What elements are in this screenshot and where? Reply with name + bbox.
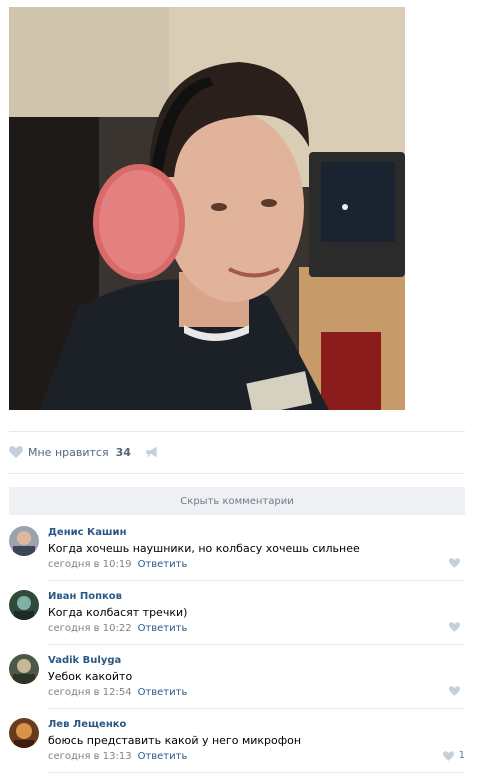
comment-like-button[interactable] <box>449 686 465 696</box>
avatar-image <box>9 718 39 748</box>
comment-author[interactable]: Vadik Bulyga <box>48 655 121 666</box>
photo-image <box>9 7 405 410</box>
comment-meta: сегодня в 13:13 Ответить <box>48 751 187 762</box>
heart-icon <box>449 686 460 696</box>
post-photo[interactable] <box>9 7 405 410</box>
comment-author[interactable]: Лев Лещенко <box>48 719 126 730</box>
avatar[interactable] <box>9 718 39 748</box>
reply-button[interactable]: Ответить <box>138 559 188 570</box>
divider <box>9 473 465 474</box>
avatar[interactable] <box>9 526 39 556</box>
reply-button[interactable]: Ответить <box>138 687 188 698</box>
reply-button[interactable]: Ответить <box>138 623 188 634</box>
comment-like-button[interactable] <box>449 558 465 568</box>
comment: Иван Попков Когда колбасят тречки) сегод… <box>9 580 465 644</box>
reply-button[interactable]: Ответить <box>138 751 188 762</box>
like-count: 34 <box>115 445 131 459</box>
heart-icon <box>442 750 454 761</box>
comment-meta: сегодня в 12:54 Ответить <box>48 687 187 698</box>
comment-time[interactable]: сегодня в 12:54 <box>48 687 132 698</box>
avatar[interactable] <box>9 654 39 684</box>
comment-text: Когда хочешь наушники, но колбасу хочешь… <box>48 542 360 555</box>
comment-like-button[interactable] <box>449 622 465 632</box>
comment-author[interactable]: Денис Кашин <box>48 527 126 538</box>
comment-like-button[interactable]: 1 <box>442 750 465 761</box>
avatar[interactable] <box>9 590 39 620</box>
hide-comments-button[interactable]: Скрыть комментарии <box>9 487 465 515</box>
avatar-image <box>9 590 39 620</box>
heart-icon <box>449 622 460 632</box>
comment-author[interactable]: Иван Попков <box>48 591 122 602</box>
comment-time[interactable]: сегодня в 13:13 <box>48 751 132 762</box>
avatar-image <box>9 654 39 684</box>
comment: Лев Лещенко боюсь представить какой у не… <box>9 708 465 772</box>
heart-icon <box>9 446 23 458</box>
comment-text: Уебок какойто <box>48 670 133 683</box>
like-label: Мне нравится <box>28 445 109 459</box>
divider <box>9 431 465 432</box>
comment-time[interactable]: сегодня в 10:19 <box>48 559 132 570</box>
comment-time[interactable]: сегодня в 10:22 <box>48 623 132 634</box>
share-icon[interactable] <box>145 446 159 458</box>
like-button[interactable]: Мне нравится 34 <box>9 446 131 459</box>
post-actions: Мне нравится 34 <box>9 443 159 461</box>
comment: Vadik Bulyga Уебок какойто сегодня в 12:… <box>9 644 465 708</box>
comment-text: Когда колбасят тречки) <box>48 606 188 619</box>
divider <box>48 772 465 773</box>
comment: Денис Кашин Когда хочешь наушники, но ко… <box>9 516 465 580</box>
avatar-image <box>9 526 39 556</box>
comment-like-count: 1 <box>458 750 465 761</box>
comment-meta: сегодня в 10:19 Ответить <box>48 559 187 570</box>
heart-icon <box>449 558 460 568</box>
comment-meta: сегодня в 10:22 Ответить <box>48 623 187 634</box>
comment-text: боюсь представить какой у него микрофон <box>48 734 302 747</box>
